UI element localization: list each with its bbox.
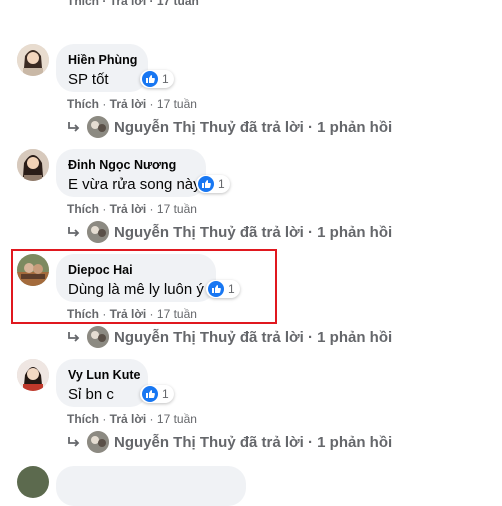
comment-author[interactable]: Vy Lun Kute xyxy=(68,367,140,383)
like-link[interactable]: Thích xyxy=(67,97,99,111)
reaction-count: 1 xyxy=(162,72,169,86)
like-icon xyxy=(198,176,214,192)
reply-summary-text: Nguyễn Thị Thuỷ đã trả lời · 1 phản hồi xyxy=(114,433,393,451)
reply-arrow-icon xyxy=(68,122,80,132)
avatar[interactable] xyxy=(17,466,49,498)
avatar[interactable] xyxy=(17,359,49,391)
reply-summary[interactable]: Nguyễn Thị Thuỷ đã trả lời · 1 phản hồi xyxy=(67,326,392,348)
comment-author[interactable]: Đinh Ngọc Nương xyxy=(68,157,194,173)
comment-bubble xyxy=(56,466,246,506)
timestamp[interactable]: 17 tuần xyxy=(157,97,197,111)
comment-bubble: Vy Lun Kute Sỉ bn c xyxy=(56,359,148,407)
reply-avatar xyxy=(87,221,109,243)
reply-summary[interactable]: Nguyễn Thị Thuỷ đã trả lời · 1 phản hồi xyxy=(67,116,392,138)
comment-bubble: Hiền Phùng SP tốt xyxy=(56,44,148,92)
avatar[interactable] xyxy=(17,149,49,181)
reply-avatar xyxy=(87,116,109,138)
reaction-badge[interactable]: 1 xyxy=(140,70,174,88)
reply-summary-text: Nguyễn Thị Thuỷ đã trả lời · 1 phản hồi xyxy=(114,328,393,346)
comment-actions: Thích · Trả lời · 17 tuần xyxy=(67,202,197,216)
highlight-box xyxy=(11,249,277,324)
comment-text: Sỉ bn c xyxy=(68,386,114,403)
reaction-count: 1 xyxy=(162,387,169,401)
reaction-badge[interactable]: 1 xyxy=(196,175,230,193)
reply-link[interactable]: Trả lời xyxy=(110,412,147,426)
reaction-count: 1 xyxy=(218,177,225,191)
comment-bubble: Đinh Ngọc Nương E vừa rửa song này xyxy=(56,149,206,197)
reply-summary-text: Nguyễn Thị Thuỷ đã trả lời · 1 phản hồi xyxy=(114,223,393,241)
like-link[interactable]: Thích xyxy=(67,202,99,216)
reply-summary-text: Nguyễn Thị Thuỷ đã trả lời · 1 phản hồi xyxy=(114,118,393,136)
reaction-badge[interactable]: 1 xyxy=(140,385,174,403)
comment-author[interactable]: Hiền Phùng xyxy=(68,52,137,68)
reply-avatar xyxy=(87,326,109,348)
timestamp[interactable]: 17 tuần xyxy=(157,412,197,426)
reply-summary[interactable]: Nguyễn Thị Thuỷ đã trả lời · 1 phản hồi xyxy=(67,221,392,243)
like-link[interactable]: Thích xyxy=(67,412,99,426)
reply-arrow-icon xyxy=(68,227,80,237)
comment-actions: Thích · Trả lời · 17 tuần xyxy=(67,412,197,426)
like-icon xyxy=(142,71,158,87)
reply-arrow-icon xyxy=(68,332,80,342)
avatar[interactable] xyxy=(17,44,49,76)
reply-link[interactable]: Trả lời xyxy=(110,97,147,111)
comment-text: SP tốt xyxy=(68,71,109,88)
reply-arrow-icon xyxy=(68,437,80,447)
top-partial-actions: Thích · Trả lời · 17 tuần xyxy=(67,0,199,8)
comment-actions: Thích · Trả lời · 17 tuần xyxy=(67,97,197,111)
comment-text: E vừa rửa song này xyxy=(68,176,201,193)
like-icon xyxy=(142,386,158,402)
reply-summary[interactable]: Nguyễn Thị Thuỷ đã trả lời · 1 phản hồi xyxy=(67,431,392,453)
reply-avatar xyxy=(87,431,109,453)
timestamp[interactable]: 17 tuần xyxy=(157,202,197,216)
reply-link[interactable]: Trả lời xyxy=(110,202,147,216)
